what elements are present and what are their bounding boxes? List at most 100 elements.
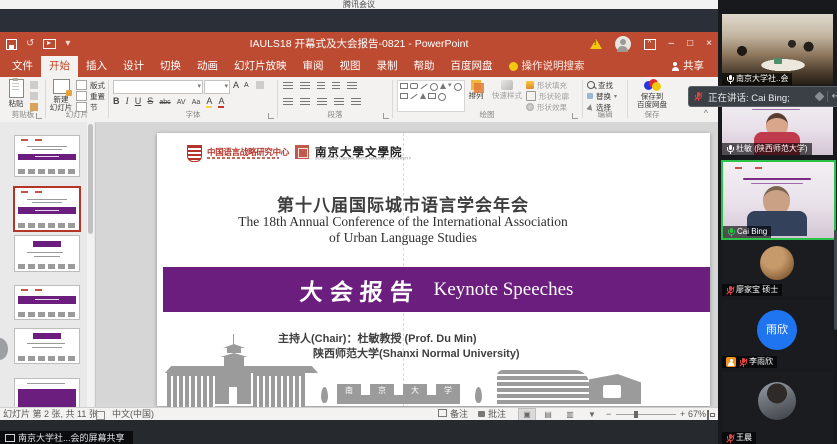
slide-thumbnail-5[interactable] [14,328,80,364]
paragraph-dialog-launcher[interactable] [383,113,389,119]
share-button[interactable]: 共享 [671,56,704,77]
slide-thumbnail-4[interactable] [14,285,80,320]
underline-button[interactable]: U [135,96,142,106]
align-right-icon[interactable] [317,98,327,106]
replace-button[interactable]: 替换▾ [587,91,617,101]
numbering-icon[interactable] [300,82,310,90]
tab-help[interactable]: 帮助 [406,56,443,77]
donut-shape-icon[interactable] [438,93,446,101]
increase-indent-icon[interactable] [332,82,340,90]
tab-slideshow[interactable]: 幻灯片放映 [226,56,295,77]
save-to-baidu-button[interactable]: 保存到 百度网盘 [632,79,672,109]
participant-tile-room[interactable]: 南京大学社..会 [722,14,833,85]
bold-button[interactable]: B [113,96,120,106]
character-spacing-button[interactable]: AV [177,99,186,106]
ppt-maximize-button[interactable]: □ [687,32,693,56]
drawing-dialog-launcher[interactable] [572,113,578,119]
triangle-shape-icon[interactable] [440,83,446,89]
bracket-shape-icon[interactable] [428,93,436,99]
frame-shape-icon[interactable] [400,93,408,99]
slide-thumbnail-6[interactable] [14,378,80,408]
qat-dropdown-icon[interactable]: ▾ [65,39,70,49]
new-slide-button[interactable]: 新建 幻灯片 [48,79,74,112]
font-name-select[interactable] [113,80,203,94]
shape-outline-button[interactable]: 形状轮廓 [526,91,569,101]
tab-view[interactable]: 视图 [332,56,369,77]
shrink-font-button[interactable]: A [244,82,249,89]
change-case-button[interactable]: Aa [192,99,201,106]
clear-formatting-icon[interactable] [256,81,264,89]
highlight-color-button[interactable]: A [206,96,212,108]
tab-animations[interactable]: 动画 [189,56,226,77]
slide-sorter-view-button[interactable]: ▤ [540,409,556,420]
paste-button[interactable]: 粘贴 [6,79,26,108]
ribbon-display-options-icon[interactable]: ^ [644,39,656,50]
slide-thumbnail-1[interactable] [14,135,80,177]
participant-tile-yuxin[interactable]: 雨欣 李雨欣 [722,300,833,368]
zoom-slider-thumb[interactable] [634,411,638,418]
thumbnail-scrollbar[interactable] [87,122,94,407]
font-size-select[interactable] [204,80,230,94]
ppt-minimize-button[interactable]: – [669,32,675,56]
start-slideshow-icon[interactable] [43,39,56,49]
account-avatar[interactable] [615,36,631,52]
clipboard-dialog-launcher[interactable] [36,113,42,119]
font-color-button[interactable]: A [218,96,224,108]
slide-thumbnail-3[interactable] [14,235,80,272]
align-center-icon[interactable] [300,98,310,106]
reply-arrow-icon[interactable]: ↩ [832,91,837,102]
zoom-slider-track[interactable] [616,414,676,415]
arrow-shape-icon[interactable]: ▾ [448,83,452,89]
tab-file[interactable]: 文件 [4,56,41,77]
participant-tile-4[interactable]: 廖家宝 硕士 [722,240,833,296]
isoceles-shape-icon[interactable] [420,93,426,99]
speaking-indicator-banner[interactable]: 正在讲话: Cai Bing; ↩ [688,86,837,107]
arrange-button[interactable]: 排列 [464,80,488,100]
collapse-ribbon-icon[interactable]: ^ [704,108,708,118]
cut-icon[interactable] [30,81,38,89]
layout-button[interactable]: 版式 [76,80,105,90]
tab-record[interactable]: 录制 [369,56,406,77]
tab-home[interactable]: 开始 [41,56,78,77]
undo-icon[interactable]: ↺ [26,39,34,49]
font-dialog-launcher[interactable] [268,113,274,119]
grow-font-button[interactable]: A [233,80,239,90]
line-shape-icon[interactable] [420,84,427,89]
find-button[interactable]: 查找 [587,80,617,90]
strikethrough-button[interactable]: S [147,96,153,106]
line-spacing-icon[interactable] [347,82,357,90]
justify-icon[interactable] [334,98,344,106]
participant-tile-wangchen[interactable]: 王晨 [722,372,833,444]
shapes-gallery[interactable]: ▾ [397,80,465,112]
align-left-icon[interactable] [283,98,293,106]
tab-insert[interactable]: 插入 [78,56,115,77]
rectangle-shape-icon[interactable] [400,83,408,89]
tell-me-search[interactable]: 操作说明搜索 [522,56,585,77]
reset-button[interactable]: 重置 [76,91,105,101]
copy-icon[interactable] [30,92,38,100]
circle-shape-icon[interactable] [454,83,462,91]
rounded-rectangle-shape-icon[interactable] [410,83,418,89]
decrease-indent-icon[interactable] [317,82,325,90]
ppt-close-button[interactable]: × [706,32,712,56]
oval-shape-icon[interactable] [430,83,438,91]
tab-transitions[interactable]: 切换 [152,56,189,77]
tab-review[interactable]: 审阅 [295,56,332,77]
slide-canvas[interactable]: 中国语言战略研究中心 南京大學文學院 SCHOOL OF LIBERAL ART… [157,133,710,406]
save-icon[interactable] [6,39,17,50]
text-shadow-button[interactable]: abc [159,99,170,106]
bullets-icon[interactable] [283,82,293,90]
proofing-icon[interactable] [96,411,105,420]
slideshow-view-button[interactable]: ▼ [584,409,600,420]
curve-shape-icon[interactable] [410,94,417,99]
italic-button[interactable]: I [126,96,129,106]
participant-tile-caibing[interactable]: Cai Bing [721,160,836,240]
slide-thumbnail-2-selected[interactable] [13,186,81,232]
warning-icon[interactable] [590,39,602,49]
shape-fill-button[interactable]: 形状填充 [526,80,569,90]
columns-icon[interactable] [351,98,361,106]
tab-baidu-netdisk[interactable]: 百度网盘 [443,56,501,77]
quick-styles-button[interactable]: 快速样式 [490,80,524,100]
tab-design[interactable]: 设计 [115,56,152,77]
reading-view-button[interactable]: ▥ [562,409,578,420]
